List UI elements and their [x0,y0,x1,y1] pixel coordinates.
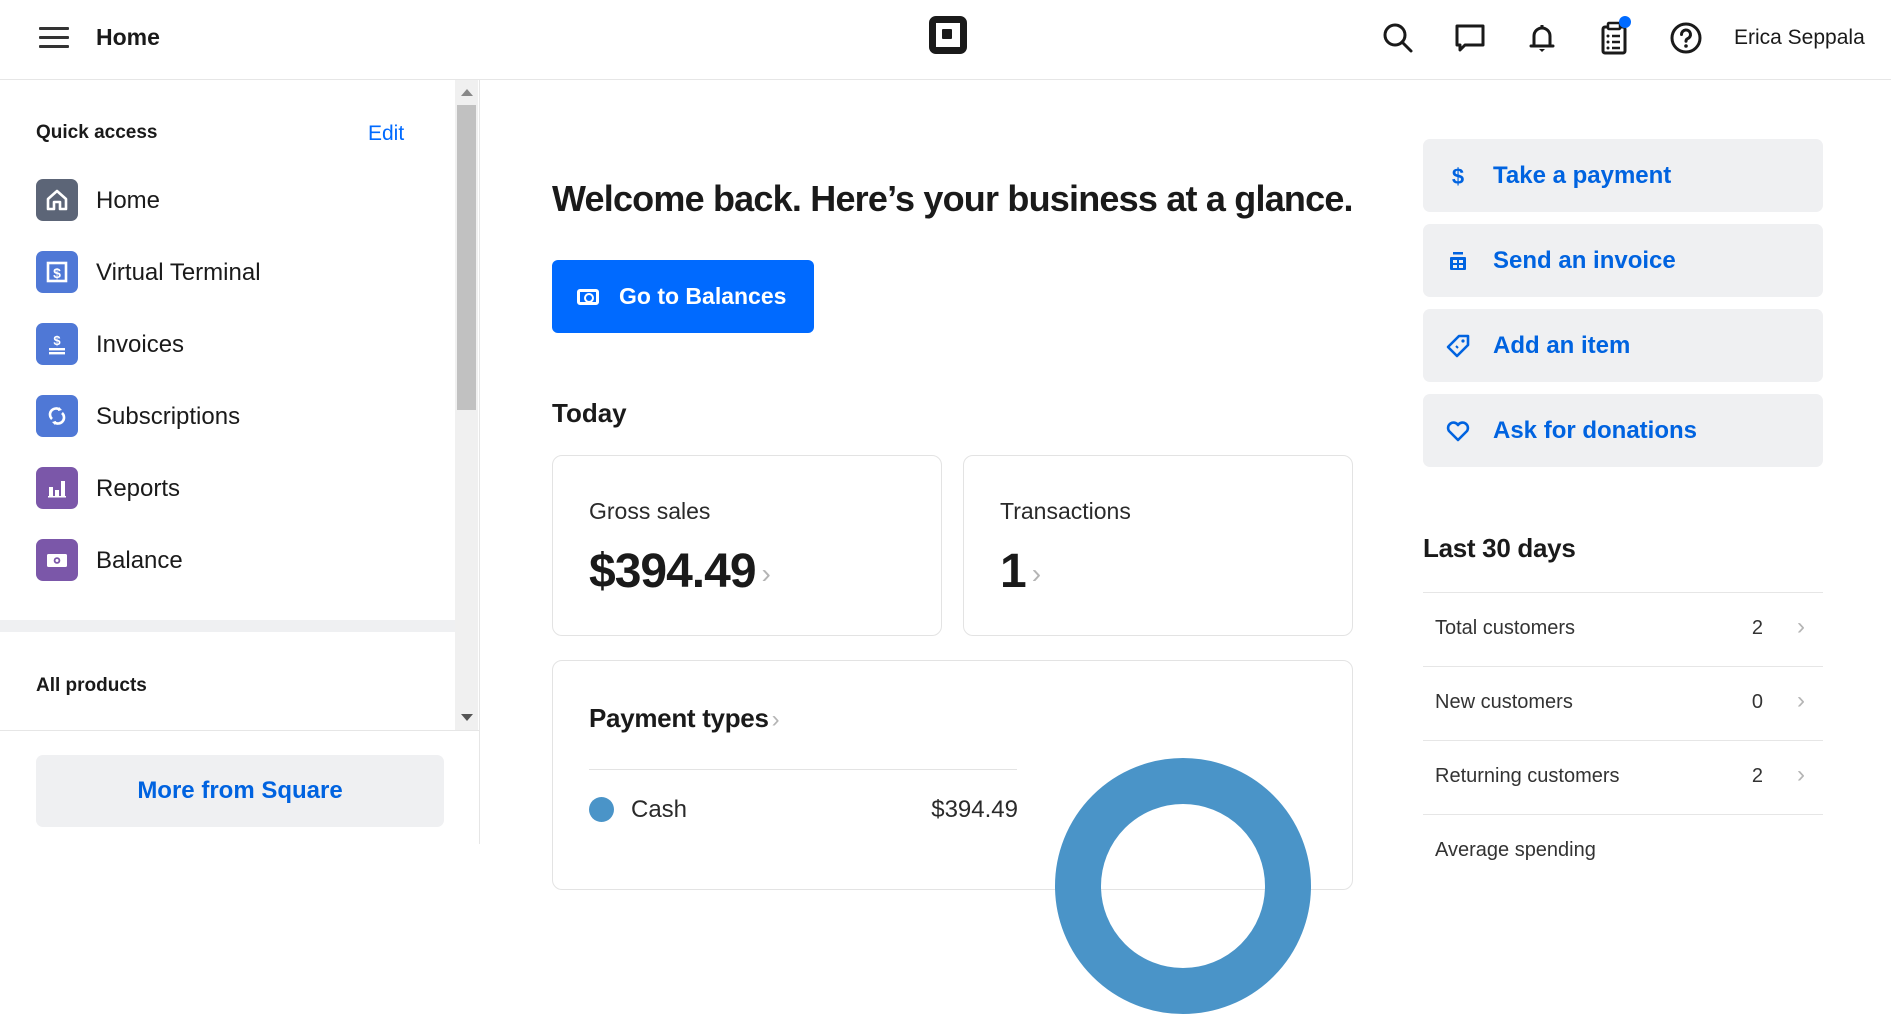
sidebar-item-subscriptions[interactable]: Subscriptions [36,395,436,439]
sidebar-divider [0,620,455,632]
transactions-label: Transactions [1000,498,1131,524]
svg-text:$: $ [53,333,61,348]
edit-quick-access-link[interactable]: Edit [368,122,404,146]
top-header: Home Erica Seppala [0,0,1891,80]
sidebar-item-label: Subscriptions [96,403,241,430]
stat-label: Total customers [1435,617,1576,639]
welcome-heading: Welcome back. Here’s your business at a … [552,178,1354,219]
page-title: Home [96,24,160,50]
add-item-button[interactable]: Add an item [1423,309,1823,382]
subscriptions-icon [36,395,78,437]
svg-text:$: $ [53,265,61,281]
chevron-right-icon: › [761,558,771,590]
payment-types-donut-chart [1055,758,1311,1014]
transactions-card[interactable]: Transactions 1 › [963,455,1353,636]
chevron-right-icon: › [771,706,780,734]
legend-dot-cash [589,797,614,822]
sidebar-item-label: Home [96,187,161,214]
transactions-value: 1 › [1000,545,1041,598]
stat-row-total-customers[interactable]: Total customers 2 › [1423,592,1823,666]
stat-label: New customers [1435,691,1573,713]
home-icon [36,179,78,221]
notifications-icon[interactable] [1525,21,1559,55]
action-label: Send an invoice [1493,246,1676,274]
square-logo[interactable] [929,16,967,54]
search-icon[interactable] [1381,21,1415,55]
menu-icon[interactable] [39,27,69,49]
stat-value: 0 [1751,691,1763,713]
clipboard-icon[interactable] [1597,16,1631,55]
action-label: Ask for donations [1493,416,1698,444]
chevron-right-icon: › [1797,687,1805,714]
sidebar-scrollbar[interactable] [455,80,478,730]
gross-sales-card[interactable]: Gross sales $394.49 › [552,455,942,636]
heart-icon [1445,418,1471,444]
legend-label-cash: Cash [631,796,688,823]
take-payment-button[interactable]: $ Take a payment [1423,139,1823,212]
sidebar-item-reports[interactable]: Reports [36,467,436,511]
action-label: Take a payment [1493,161,1672,189]
stat-value: 2 [1751,617,1763,639]
stat-row-average-spending[interactable]: Average spending [1423,814,1823,888]
stat-label: Average spending [1435,839,1596,861]
today-heading: Today [552,398,627,428]
sidebar-item-label: Virtual Terminal [96,259,261,286]
ask-donations-button[interactable]: Ask for donations [1423,394,1823,467]
stat-label: Returning customers [1435,765,1620,787]
sidebar-item-label: Reports [96,475,181,502]
sidebar-item-virtual-terminal[interactable]: $ Virtual Terminal [36,251,436,295]
go-to-balances-button[interactable]: Go to Balances [552,260,814,333]
balance-icon [577,288,599,305]
sidebar-item-invoices[interactable]: $ Invoices [36,323,436,367]
sidebar-item-label: Invoices [96,331,185,358]
stat-value: 2 [1751,765,1763,787]
chevron-right-icon: › [1797,613,1805,640]
scrollbar-thumb[interactable] [457,105,476,410]
invoice-icon [1445,248,1471,274]
more-from-square-button[interactable]: More from Square [36,755,444,827]
sidebar-scroll-area: Quick access Edit Home $ Virtual Termina… [0,80,455,730]
tag-icon [1445,333,1471,359]
gross-sales-value: $394.49 › [589,545,771,598]
messages-icon[interactable] [1453,21,1487,55]
chevron-right-icon: › [1031,558,1041,590]
stat-row-returning-customers[interactable]: Returning customers 2 › [1423,740,1823,814]
sidebar: Quick access Edit Home $ Virtual Termina… [0,80,480,844]
action-label: Add an item [1493,331,1631,359]
notification-badge [1619,16,1631,28]
invoices-icon: $ [36,323,78,365]
all-products-title: All products [36,675,147,696]
user-menu[interactable]: Erica Seppala [1734,26,1865,50]
scroll-up-arrow-icon[interactable] [461,89,473,96]
stat-row-new-customers[interactable]: New customers 0 › [1423,666,1823,740]
payment-types-link[interactable]: Payment types › [589,703,780,734]
sidebar-item-balance[interactable]: Balance [36,539,436,583]
gross-sales-label: Gross sales [589,498,711,524]
main-content: Welcome back. Here’s your business at a … [481,80,1891,1014]
dollar-icon: $ [1445,163,1471,189]
send-invoice-button[interactable]: Send an invoice [1423,224,1823,297]
balance-icon [36,539,78,581]
last-30-days-heading: Last 30 days [1423,533,1576,563]
quick-access-title: Quick access [36,122,158,143]
scroll-down-arrow-icon[interactable] [461,714,473,721]
donut-slice-cash [1055,758,1311,1014]
sidebar-item-label: Balance [96,547,183,574]
sidebar-footer: More from Square [0,730,479,844]
reports-icon [36,467,78,509]
payment-types-card: Payment types › Cash $394.49 [552,660,1353,1014]
virtual-terminal-icon: $ [36,251,78,293]
sidebar-item-home[interactable]: Home [36,179,436,223]
go-to-balances-label: Go to Balances [619,283,787,309]
divider [589,769,1017,770]
legend-value-cash: $394.49 [931,796,1018,823]
help-icon[interactable] [1669,21,1703,55]
chevron-right-icon: › [1797,761,1805,788]
svg-text:$: $ [1452,164,1464,189]
